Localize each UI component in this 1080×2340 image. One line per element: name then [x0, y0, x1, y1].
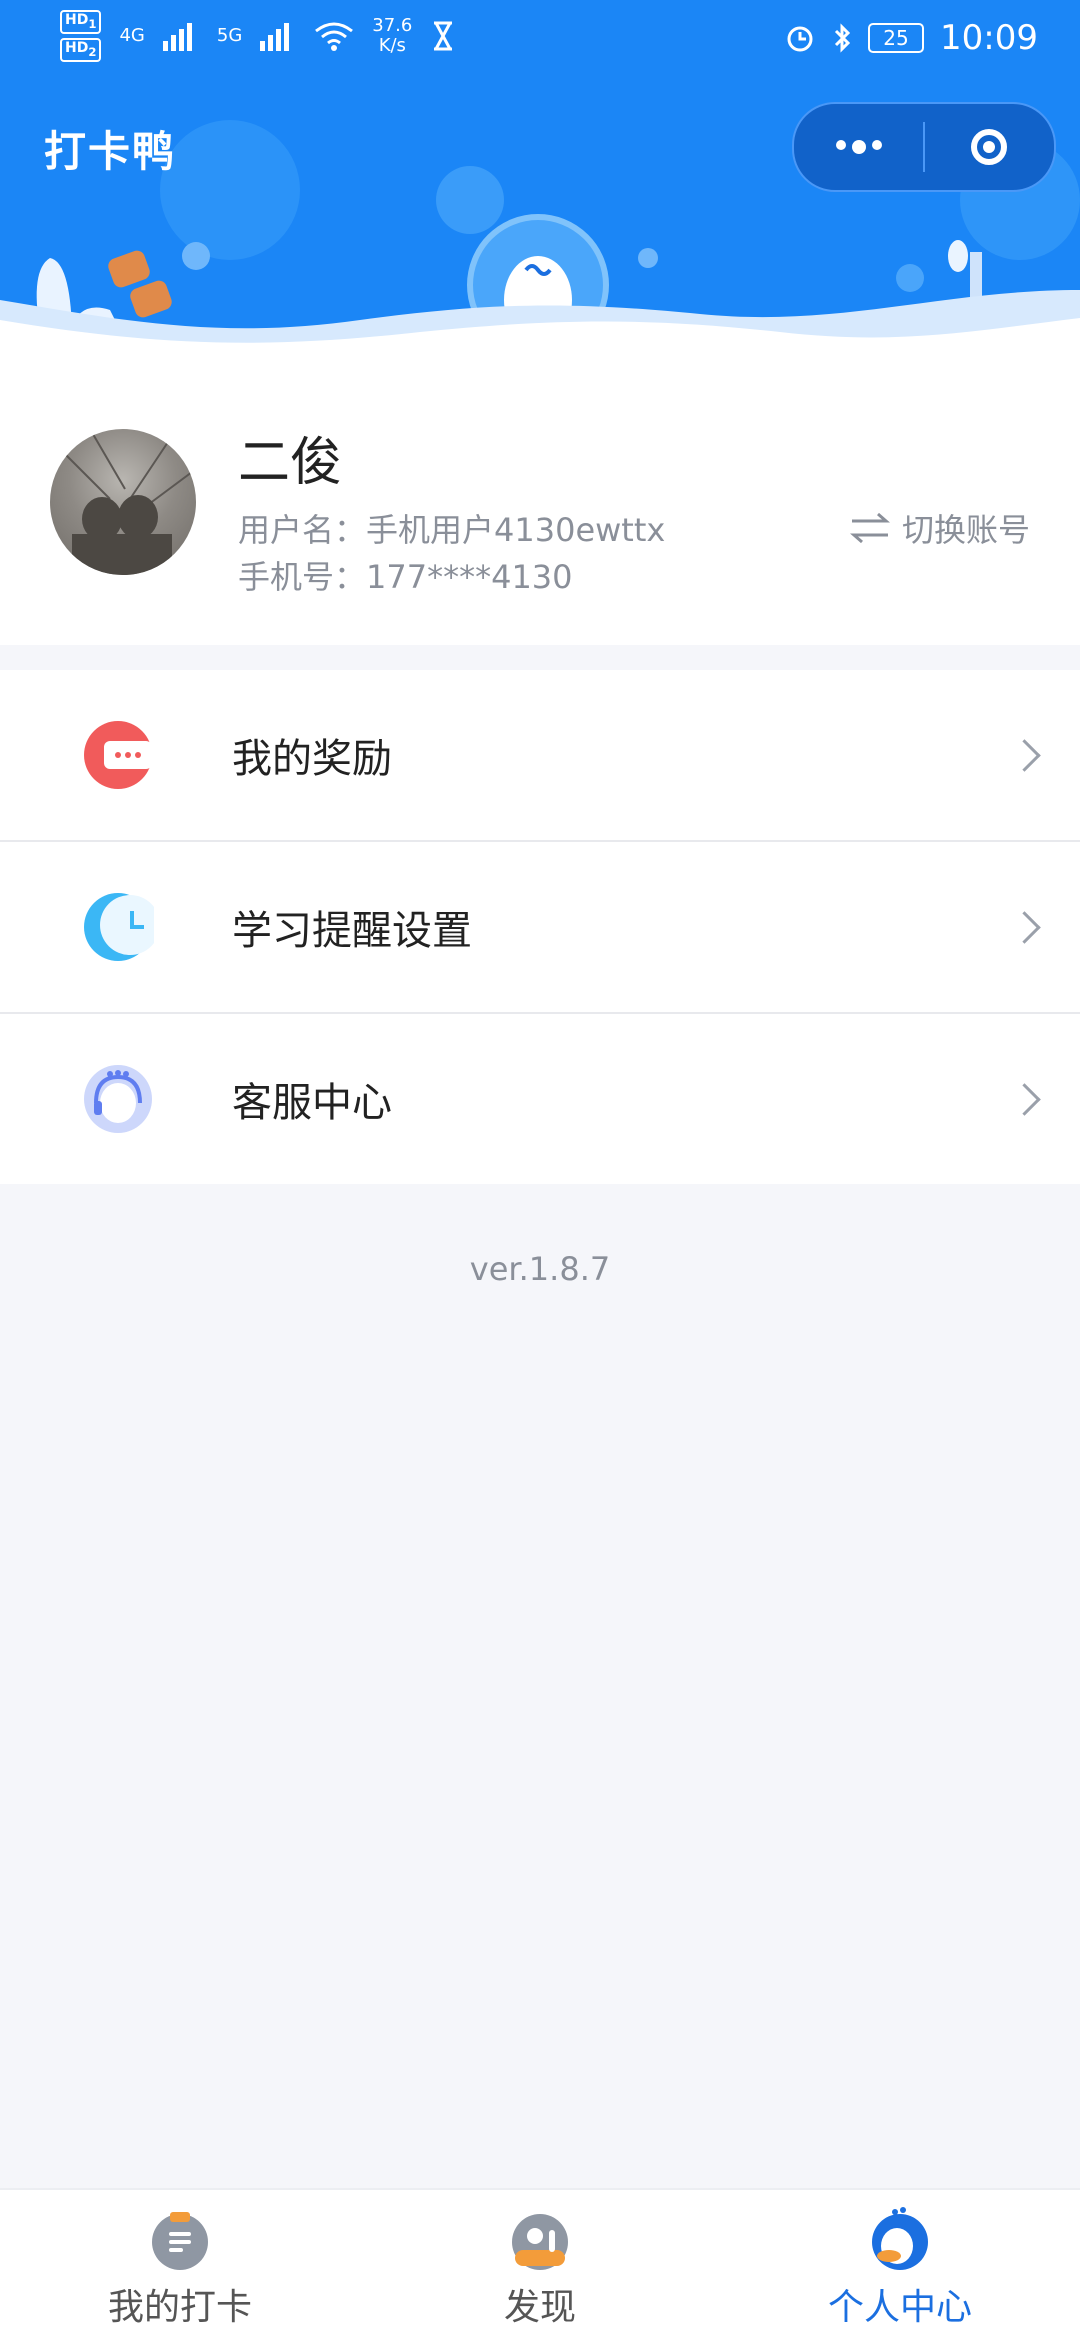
menu-label-study-reminder: 学习提醒设置	[232, 908, 472, 954]
customer-service-icon	[84, 1065, 152, 1133]
status-bar: HD1 HD2 4G 5G 37.6 K/s 25 10:09	[0, 0, 1080, 80]
tab-my-checkin[interactable]: 我的打卡	[0, 2190, 360, 2340]
tab-profile[interactable]: 个人中心	[720, 2190, 1080, 2340]
duck-profile-icon	[872, 2207, 928, 2270]
avatar[interactable]	[50, 429, 196, 575]
username-text: 用户名：手机用户4130ewttx	[238, 511, 666, 549]
network-speed-unit: K/s	[378, 34, 406, 56]
status-right: 25 10:09	[784, 18, 1038, 58]
switch-account-label: 切换账号	[901, 511, 1030, 549]
alarm-icon	[787, 26, 813, 52]
clock-moon-icon	[84, 893, 154, 961]
target-icon	[971, 129, 1008, 165]
phone-text: 手机号：177****4130	[238, 558, 573, 596]
bottom-tab-bar: 我的打卡 发现 个人中心	[0, 2188, 1080, 2340]
version-text: ver.1.8.7	[469, 1250, 611, 1288]
more-button[interactable]	[794, 104, 923, 190]
profile-card: 二俊 用户名：手机用户4130ewttx 手机号：177****4130 切换账…	[0, 345, 1080, 645]
tab-label-discover: 发现	[503, 2287, 576, 2328]
bluetooth-icon	[834, 23, 851, 53]
hd2-badge: HD2	[60, 37, 102, 62]
page: HD1 HD2 4G 5G 37.6 K/s 25 10:09 打卡鸭 二俊 用…	[0, 0, 1080, 2340]
menu-list: 我的奖励 学习提醒设置 客服中心	[0, 670, 1080, 1184]
header: HD1 HD2 4G 5G 37.6 K/s 25 10:09 打卡鸭	[0, 0, 1080, 360]
miniapp-capsule	[792, 102, 1056, 192]
network-speed: 37.6 K/s	[372, 14, 413, 56]
tab-label-my-checkin: 我的打卡	[107, 2287, 252, 2328]
signal-bars-icon	[260, 22, 290, 51]
wifi-icon	[315, 22, 354, 51]
menu-label-rewards: 我的奖励	[232, 736, 392, 782]
tab-label-profile: 个人中心	[827, 2287, 972, 2328]
chevron-right-icon	[1008, 910, 1041, 944]
switch-account-button[interactable]: 切换账号	[848, 505, 1030, 551]
nickname: 二俊	[238, 433, 343, 493]
avatar-image	[59, 429, 196, 575]
chevron-right-icon	[1008, 1082, 1041, 1116]
clipboard-icon	[152, 2212, 208, 2270]
hd1-badge: HD1	[60, 10, 102, 34]
signal-bars-icon	[162, 22, 192, 51]
close-miniapp-button[interactable]	[925, 104, 1054, 190]
menu-item-customer-service[interactable]: 客服中心	[0, 1014, 1080, 1184]
network-speed-value: 37.6	[372, 14, 413, 36]
chevron-right-icon	[1008, 738, 1041, 772]
menu-item-rewards[interactable]: 我的奖励	[0, 670, 1080, 842]
tab-discover[interactable]: 发现	[360, 2190, 720, 2340]
battery-indicator: 25	[868, 23, 925, 53]
discover-icon	[512, 2214, 568, 2270]
status-left: HD1 HD2 4G 5G 37.6 K/s	[60, 10, 456, 62]
menu-item-study-reminder[interactable]: 学习提醒设置	[0, 842, 1080, 1014]
reward-icon	[84, 721, 152, 789]
more-dots-icon	[835, 140, 882, 154]
switch-arrows-icon	[849, 512, 890, 544]
menu-label-customer-service: 客服中心	[232, 1080, 392, 1126]
hd-indicators: HD1 HD2	[60, 10, 102, 62]
page-title: 打卡鸭	[44, 127, 177, 176]
hourglass-icon	[434, 21, 453, 51]
network-4g-label: 4G	[119, 24, 145, 46]
network-5g-label: 5G	[216, 24, 243, 46]
status-time: 10:09	[940, 18, 1038, 58]
